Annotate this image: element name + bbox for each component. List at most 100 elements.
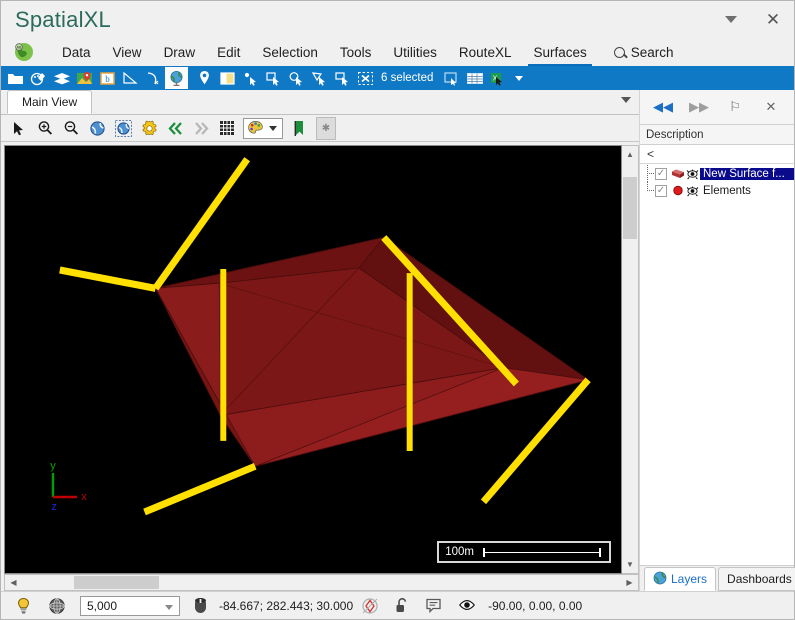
ribbon-toolbar: b 6 selected X (1, 66, 794, 90)
tree-item-label: Elements (703, 184, 751, 197)
scale-bar: 100m (437, 541, 611, 563)
layers-filter-input[interactable]: < (640, 145, 794, 164)
pointer-icon[interactable] (6, 117, 32, 140)
next-view-icon[interactable] (188, 117, 214, 140)
scroll-left-icon[interactable]: ◀ (5, 575, 22, 590)
select-circle-icon[interactable] (285, 67, 308, 89)
search-box[interactable]: Search (598, 42, 685, 66)
red-dot-icon (670, 183, 685, 198)
menu-item-edit[interactable]: Edit (206, 42, 251, 66)
viewport-container: y x z 100m ▲ ▼ (1, 142, 639, 574)
menu-item-utilities[interactable]: Utilities (382, 42, 448, 66)
orientation-readout: -90.00, 0.00, 0.00 (488, 598, 583, 613)
location-pin-icon[interactable] (193, 67, 216, 89)
scroll-right-icon[interactable]: ▶ (621, 575, 638, 590)
scroll-up-icon[interactable]: ▲ (622, 146, 638, 163)
app-globe-icon[interactable]: AB (11, 40, 37, 64)
search-icon (613, 47, 625, 58)
select-crop-icon[interactable] (331, 67, 354, 89)
menu-item-selection[interactable]: Selection (251, 42, 329, 66)
horizontal-scroll-thumb[interactable] (74, 576, 159, 589)
scroll-down-icon[interactable]: ▼ (622, 556, 638, 573)
map-pin-image-icon[interactable] (73, 67, 96, 89)
chevron-down-icon[interactable] (165, 604, 173, 610)
select-polygon-icon[interactable] (308, 67, 331, 89)
layers-tree[interactable]: ✓ New Surface f... ✓ Elements (640, 164, 794, 565)
note-icon[interactable] (417, 593, 450, 619)
close-panel-icon[interactable]: ✕ (761, 97, 781, 117)
settings-gear-icon[interactable] (136, 117, 162, 140)
globe-icon[interactable] (165, 67, 188, 89)
tree-item-elements[interactable]: ✓ Elements (640, 182, 794, 199)
main-body: Main View ✱ y x z 100m ▲ ▼ ◀ ▶ ◀◀ ▶▶ ⚐ ✕… (1, 90, 795, 591)
3d-viewport[interactable]: y x z 100m (4, 145, 622, 574)
scale-bar-label: 100m (445, 546, 474, 558)
menu-item-draw[interactable]: Draw (153, 42, 207, 66)
selection-count-label: 6 selected (381, 72, 434, 84)
star-icon[interactable]: ✱ (316, 116, 336, 140)
tab-dashboards-label: Dashboards (727, 572, 792, 586)
scale-combo[interactable]: 5,000 (80, 595, 180, 616)
eye-icon[interactable] (685, 183, 700, 198)
menu-item-tools[interactable]: Tools (329, 42, 383, 66)
bookmark-icon[interactable] (286, 117, 312, 140)
tab-main-view[interactable]: Main View (7, 90, 93, 114)
boundary-icon[interactable]: b (96, 67, 119, 89)
triangle-measure-icon[interactable] (119, 67, 142, 89)
zoom-out-icon[interactable] (58, 117, 84, 140)
lightbulb-icon[interactable] (7, 593, 40, 619)
grid-icon[interactable] (214, 117, 240, 140)
palette-edit-icon[interactable] (27, 67, 50, 89)
pin-icon[interactable]: ⚐ (725, 97, 745, 117)
unlock-icon[interactable] (387, 593, 417, 619)
layers-icon[interactable] (50, 67, 73, 89)
menu-item-surfaces[interactable]: Surfaces (522, 42, 597, 66)
eye-icon[interactable] (450, 593, 484, 619)
excel-export-icon[interactable]: X (486, 67, 509, 89)
tab-dashboards[interactable]: Dashboards (718, 567, 795, 591)
ribbon-overflow-icon[interactable] (515, 75, 524, 81)
globe-icon[interactable] (40, 593, 74, 619)
description-column-header[interactable]: Description (640, 125, 794, 145)
horizontal-scroll-track[interactable] (22, 575, 621, 590)
vertical-scroll-track[interactable] (622, 163, 638, 556)
collapse-left-icon[interactable]: ◀◀ (653, 97, 673, 117)
panel-tab-bar: Layers Dashboards (640, 565, 795, 591)
menu-item-data[interactable]: Data (51, 42, 102, 66)
previous-view-icon[interactable] (162, 117, 188, 140)
close-icon[interactable]: ✕ (752, 5, 794, 35)
curve-tool-icon[interactable] (142, 67, 165, 89)
view-toolbar: ✱ (1, 115, 639, 142)
tree-checkbox[interactable]: ✓ (655, 184, 667, 197)
report-icon[interactable] (440, 67, 463, 89)
viewport-vertical-scrollbar[interactable]: ▲ ▼ (622, 145, 639, 574)
color-palette-dropdown[interactable] (243, 117, 283, 139)
document-tabs-overflow-icon[interactable] (621, 97, 631, 103)
open-folder-icon[interactable] (4, 67, 27, 89)
globe-icon (653, 571, 667, 588)
globe-zoom-extents-icon[interactable] (84, 117, 110, 140)
viewport-horizontal-scrollbar[interactable]: ◀ ▶ (4, 574, 639, 591)
snapshot-icon[interactable] (216, 67, 239, 89)
menu-item-routexl[interactable]: RouteXL (448, 42, 523, 66)
select-point-icon[interactable] (239, 67, 262, 89)
svg-text:b: b (105, 74, 110, 84)
more-icon[interactable] (710, 5, 752, 35)
clear-selection-icon[interactable] (354, 67, 377, 89)
zoom-in-icon[interactable] (32, 117, 58, 140)
app-title: SpatialXL (15, 6, 111, 32)
mouse-icon (186, 593, 215, 619)
snap-target-icon[interactable] (353, 593, 387, 619)
tree-checkbox[interactable]: ✓ (655, 167, 667, 180)
expand-right-icon[interactable]: ▶▶ (689, 97, 709, 117)
select-rectangle-icon[interactable] (262, 67, 285, 89)
menu-item-view[interactable]: View (102, 42, 153, 66)
globe-zoom-selected-icon[interactable] (110, 117, 136, 140)
menu-bar: AB Data View Draw Edit Selection Tools U… (1, 38, 794, 66)
eye-icon[interactable] (685, 166, 700, 181)
tab-layers[interactable]: Layers (644, 567, 717, 591)
tree-guide (643, 182, 655, 199)
vertical-scroll-thumb[interactable] (623, 177, 637, 239)
table-icon[interactable] (463, 67, 486, 89)
tree-item-new-surface[interactable]: ✓ New Surface f... (640, 165, 794, 182)
